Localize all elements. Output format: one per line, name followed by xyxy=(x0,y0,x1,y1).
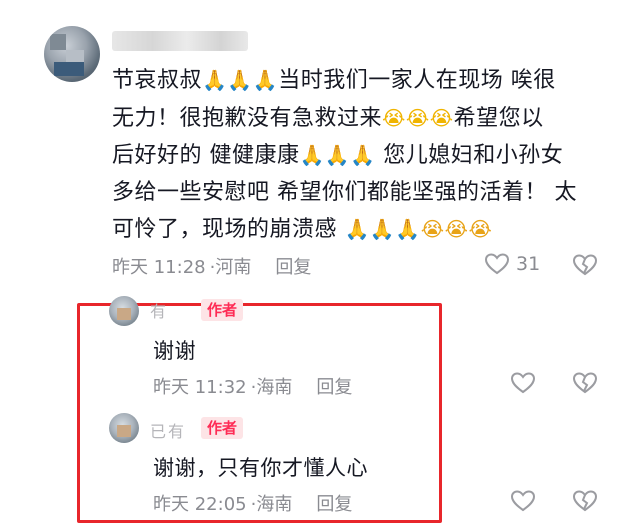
reply-location: 海南 xyxy=(256,494,293,515)
dislike-button[interactable] xyxy=(572,488,598,518)
commenter-name-blurred[interactable] xyxy=(112,31,248,51)
broken-heart-icon xyxy=(572,254,598,276)
comment-date: 昨天 11:28 xyxy=(112,257,206,278)
comment-location: 河南 xyxy=(215,257,252,278)
reply-date: 昨天 11:32 xyxy=(153,377,247,398)
comment-line: 后好好的 健健康康🙏🙏🙏 您儿媳妇和小孙女 xyxy=(112,137,582,175)
author-badge: 作者 xyxy=(201,417,244,439)
comment-text-segment: 您儿媳妇和小孙女 xyxy=(375,143,564,168)
commenter-avatar[interactable] xyxy=(44,26,100,82)
reply-text: 谢谢 xyxy=(153,339,196,363)
heart-icon xyxy=(510,490,536,512)
reply-text: 谢谢，只有你才懂人心 xyxy=(153,456,368,480)
pray-emoji: 🙏🙏🙏 xyxy=(299,143,376,167)
author-badge: 作者 xyxy=(201,299,244,321)
avatar-pixel xyxy=(54,62,84,76)
dislike-button[interactable] xyxy=(572,370,598,400)
like-count: 31 xyxy=(516,253,541,275)
like-button[interactable]: 31 xyxy=(484,252,540,276)
comment-line: 节哀叔叔🙏🙏🙏当时我们一家人在现场 唉很 xyxy=(112,62,582,100)
comment-text-segment: 节哀叔叔 xyxy=(112,68,203,93)
avatar-pixel xyxy=(50,34,66,50)
comment-line: 多给一些安慰吧 希望你们都能坚强的活着！ 太 xyxy=(112,175,582,212)
dislike-button[interactable] xyxy=(572,252,598,282)
main-comment-text: 节哀叔叔🙏🙏🙏当时我们一家人在现场 唉很 无力！很抱歉没有急救过来😭😭😭希望您以… xyxy=(112,62,582,249)
comment-text-segment: 希望您以 xyxy=(453,105,544,131)
main-comment-meta: 昨天 11:28 ·河南 回复 xyxy=(112,253,311,279)
reply-meta: 昨天 22:05 ·海南 回复 xyxy=(153,490,352,516)
comment-text-segment: 多给一些安慰吧 希望你们都能坚强的活着！ 太 xyxy=(112,179,577,205)
like-button[interactable] xyxy=(510,370,536,400)
comment-text-segment: 无力！很抱歉没有急救过来 xyxy=(112,105,383,131)
pray-emoji: 🙏🙏🙏 xyxy=(202,68,279,92)
reply-button[interactable]: 回复 xyxy=(275,257,311,278)
reply-meta: 昨天 11:32 ·海南 回复 xyxy=(153,373,352,399)
avatar-pixel xyxy=(117,425,131,437)
comment-line: 无力！很抱歉没有急救过来😭😭😭希望您以 xyxy=(112,100,582,138)
comment-text-segment: 可怜了，现场的崩溃感 xyxy=(112,217,345,242)
broken-heart-icon xyxy=(572,372,598,394)
comment-text-segment: 后好好的 健健康康 xyxy=(112,143,300,168)
like-button[interactable] xyxy=(510,488,536,518)
author-avatar[interactable] xyxy=(109,296,139,326)
avatar-pixel xyxy=(117,308,131,320)
heart-icon xyxy=(510,372,536,394)
author-name-fragment[interactable]: 有 xyxy=(150,298,168,322)
reply-button[interactable]: 回复 xyxy=(316,377,352,398)
broken-heart-icon xyxy=(572,490,598,512)
heart-icon xyxy=(484,253,510,275)
pray-cry-emoji: 🙏🙏🙏😭😭😭 xyxy=(344,217,493,241)
comment-line: 可怜了，现场的崩溃感 🙏🙏🙏😭😭😭 xyxy=(112,211,582,249)
reply-button[interactable]: 回复 xyxy=(316,494,352,515)
reply-date: 昨天 22:05 xyxy=(153,494,247,515)
comment-text-segment: 当时我们一家人在现场 唉很 xyxy=(278,68,556,93)
reply-location: 海南 xyxy=(256,377,293,398)
author-name-fragment[interactable]: 已有 xyxy=(150,418,186,442)
crying-emoji: 😭😭😭 xyxy=(382,105,454,130)
author-avatar[interactable] xyxy=(109,413,139,443)
